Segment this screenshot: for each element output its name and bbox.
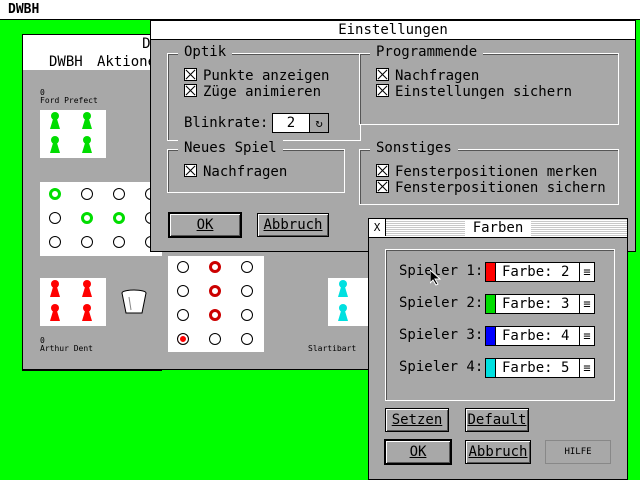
green-peg: [50, 136, 60, 153]
farben-help-button[interactable]: HILFE: [545, 440, 611, 464]
farben-dialog: X Farben Spieler 1: Farbe: 2 ≡ Spieler 2…: [368, 218, 628, 480]
board-hole[interactable]: [81, 188, 93, 200]
fensterpositionen-sichern-checkbox[interactable]: Fensterpositionen sichern: [376, 180, 606, 196]
optik-title: Optik: [178, 44, 233, 60]
board-hole[interactable]: [177, 285, 189, 297]
board-hole[interactable]: [241, 309, 253, 321]
board-hole[interactable]: [81, 236, 93, 248]
cyan-peg-card: [328, 278, 368, 326]
farben-title: Farben: [464, 220, 532, 236]
player3-label: Spieler 3:: [399, 327, 484, 343]
player1-dropdown-icon[interactable]: ≡: [579, 263, 594, 281]
green-peg: [82, 112, 92, 129]
fensterpositionen-merken-checkbox[interactable]: Fensterpositionen merken: [376, 164, 597, 180]
board-hole[interactable]: [81, 212, 93, 224]
board-hole[interactable]: [241, 333, 253, 345]
neues-spiel-group: Neues Spiel Nachfragen: [167, 140, 345, 193]
programmende-group: Programmende Nachfragen Einstellungen si…: [359, 44, 619, 125]
sonstiges-title: Sonstiges: [370, 140, 458, 156]
blinkrate-cycle-icon[interactable]: ↻: [309, 113, 329, 133]
settings-ok-button[interactable]: OK: [168, 212, 242, 238]
board-hole[interactable]: [113, 188, 125, 200]
red-peg: [50, 280, 60, 297]
red-peg: [50, 304, 60, 321]
player4-swatch: [486, 359, 496, 377]
farben-setzen-button[interactable]: Setzen: [385, 408, 449, 432]
player3-swatch: [486, 327, 496, 345]
player4-color-select[interactable]: Farbe: 5 ≡: [485, 358, 595, 378]
menu-bar: DWBH: [0, 0, 640, 20]
player2-color-select[interactable]: Farbe: 3 ≡: [485, 294, 595, 314]
farben-cancel-button[interactable]: Abbruch: [465, 440, 531, 464]
punkte-anzeigen-checkbox[interactable]: Punkte anzeigen: [184, 68, 329, 84]
board-hole[interactable]: [241, 285, 253, 297]
player-right-name: Slartibart: [308, 344, 357, 353]
neues-spiel-title: Neues Spiel: [178, 140, 283, 156]
board-hole[interactable]: [49, 236, 61, 248]
board-hole[interactable]: [209, 309, 221, 321]
red-peg: [82, 280, 92, 297]
optik-group: Optik Punkte anzeigen Züge animieren Bli…: [167, 44, 361, 141]
player-bottom-name: Arthur Dent: [40, 344, 93, 353]
red-peg: [82, 304, 92, 321]
board-hole[interactable]: [241, 261, 253, 273]
player1-swatch: [486, 263, 496, 281]
board-hole[interactable]: [177, 309, 189, 321]
player4-dropdown-icon[interactable]: ≡: [579, 359, 594, 377]
farben-ok-button[interactable]: OK: [384, 439, 452, 465]
app-menu-title[interactable]: DWBH: [8, 2, 39, 17]
blinkrate-label: Blinkrate:: [184, 115, 269, 131]
board-hole[interactable]: [209, 333, 221, 345]
programmende-nachfragen-checkbox[interactable]: Nachfragen: [376, 68, 479, 84]
player2-dropdown-icon[interactable]: ≡: [579, 295, 594, 313]
player1-color-select[interactable]: Farbe: 2 ≡: [485, 262, 595, 282]
board-hole[interactable]: [209, 285, 221, 297]
board-hole[interactable]: [209, 261, 221, 273]
board-hole[interactable]: [49, 212, 61, 224]
player3-dropdown-icon[interactable]: ≡: [579, 327, 594, 345]
programmende-title: Programmende: [370, 44, 484, 60]
farben-close-button[interactable]: X: [369, 219, 386, 236]
board-hole[interactable]: [177, 333, 189, 345]
player3-color-select[interactable]: Farbe: 4 ≡: [485, 326, 595, 346]
cup-icon[interactable]: [120, 288, 148, 316]
board-hole[interactable]: [113, 236, 125, 248]
mouse-pointer-icon: [429, 268, 442, 286]
neues-spiel-nachfragen-checkbox[interactable]: Nachfragen: [184, 164, 287, 180]
farben-titlebar: X Farben: [369, 219, 627, 238]
settings-title[interactable]: Einstellungen: [151, 21, 635, 40]
einstellungen-sichern-checkbox[interactable]: Einstellungen sichern: [376, 84, 572, 100]
player2-swatch: [486, 295, 496, 313]
green-peg: [82, 136, 92, 153]
cyan-peg: [338, 304, 348, 321]
board-hole[interactable]: [113, 212, 125, 224]
board-hole[interactable]: [177, 261, 189, 273]
blinkrate-field[interactable]: 2: [272, 113, 310, 133]
sonstiges-group: Sonstiges Fensterpositionen merken Fenst…: [359, 140, 619, 205]
farben-default-button[interactable]: Default: [465, 408, 529, 432]
board-hole[interactable]: [49, 188, 61, 200]
game-window-title[interactable]: Do: [23, 35, 161, 54]
zuege-animieren-checkbox[interactable]: Züge animieren: [184, 84, 321, 100]
green-peg: [50, 112, 60, 129]
game-menu-aktionen[interactable]: Aktione: [97, 53, 156, 71]
player2-label: Spieler 2:: [399, 295, 484, 311]
game-menu-dwbh[interactable]: DWBH: [49, 53, 83, 71]
player-top-name: Ford Prefect: [40, 96, 98, 105]
settings-cancel-button[interactable]: Abbruch: [257, 213, 329, 237]
player4-label: Spieler 4:: [399, 359, 484, 375]
cyan-peg: [338, 280, 348, 297]
